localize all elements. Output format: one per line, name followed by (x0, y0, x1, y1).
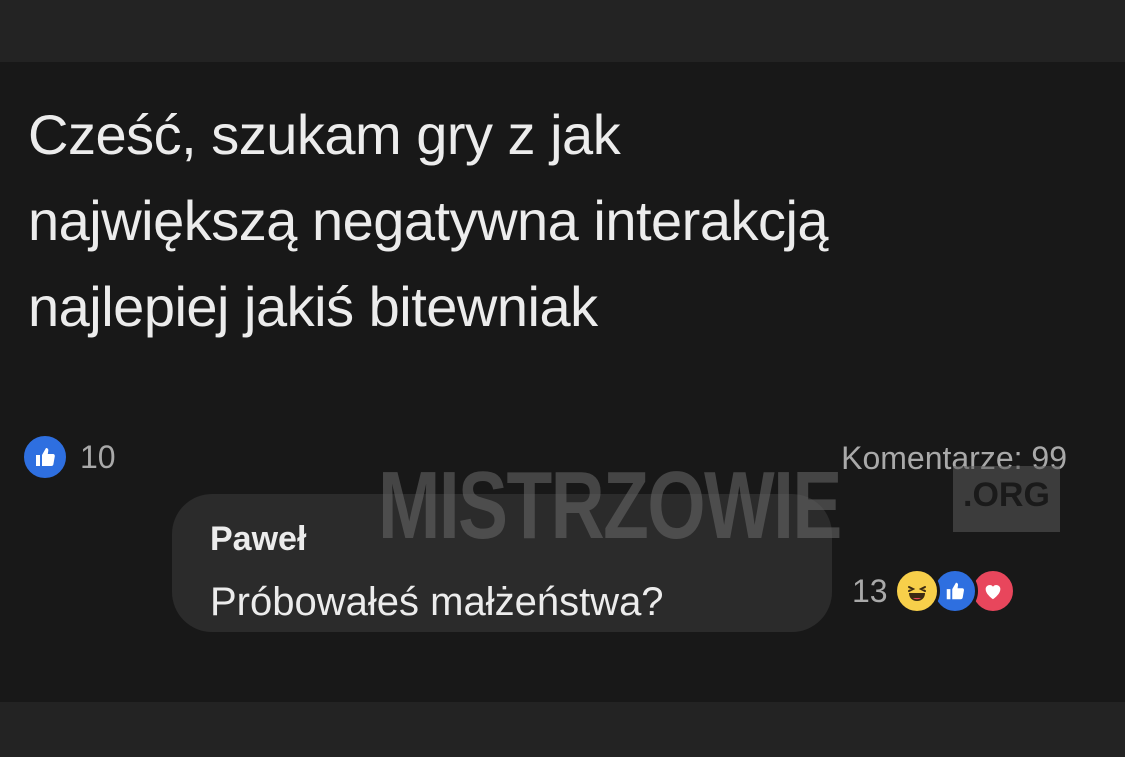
post-text-line: największą negatywna interakcją (28, 189, 829, 252)
haha-icon (893, 568, 940, 614)
comment-text: Próbowałeś małżeństwa? (210, 580, 664, 624)
watermark-text: MISTRZOWIE (378, 452, 842, 559)
post-text-line: Cześć, szukam gry z jak (28, 103, 621, 166)
like-count: 10 (80, 438, 116, 475)
comment-author[interactable]: Paweł (210, 520, 306, 559)
comment-reactions[interactable]: 13 (852, 568, 1016, 614)
screenshot-frame: Cześć, szukam gry z jak największą negat… (0, 0, 1125, 757)
post-text: Cześć, szukam gry z jak największą negat… (28, 92, 1108, 350)
like-icon (22, 434, 68, 480)
reaction-count: 13 (852, 572, 888, 609)
post-text-line: najlepiej jakiś bitewniak (28, 275, 598, 338)
watermark-suffix: .ORG (953, 466, 1060, 532)
watermark-logo: MISTRZOWIE .ORG (378, 452, 1060, 559)
post-like-summary[interactable]: 10 (22, 434, 116, 480)
